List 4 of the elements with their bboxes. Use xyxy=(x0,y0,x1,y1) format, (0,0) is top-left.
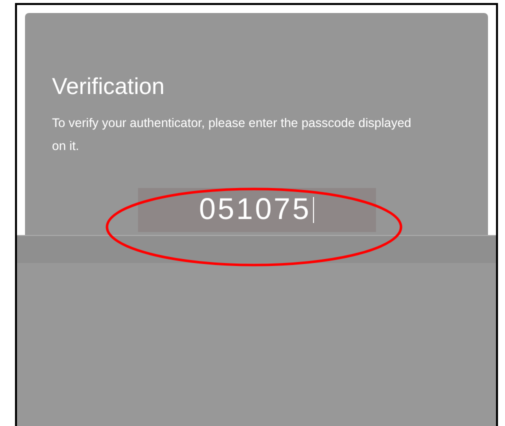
passcode-field[interactable]: 051075 xyxy=(138,188,376,232)
text-cursor-icon xyxy=(313,197,314,223)
dialog-title: Verification xyxy=(52,75,166,98)
dialog-message: To verify your authenticator, please enter the passcode displayed on it. xyxy=(52,115,412,155)
